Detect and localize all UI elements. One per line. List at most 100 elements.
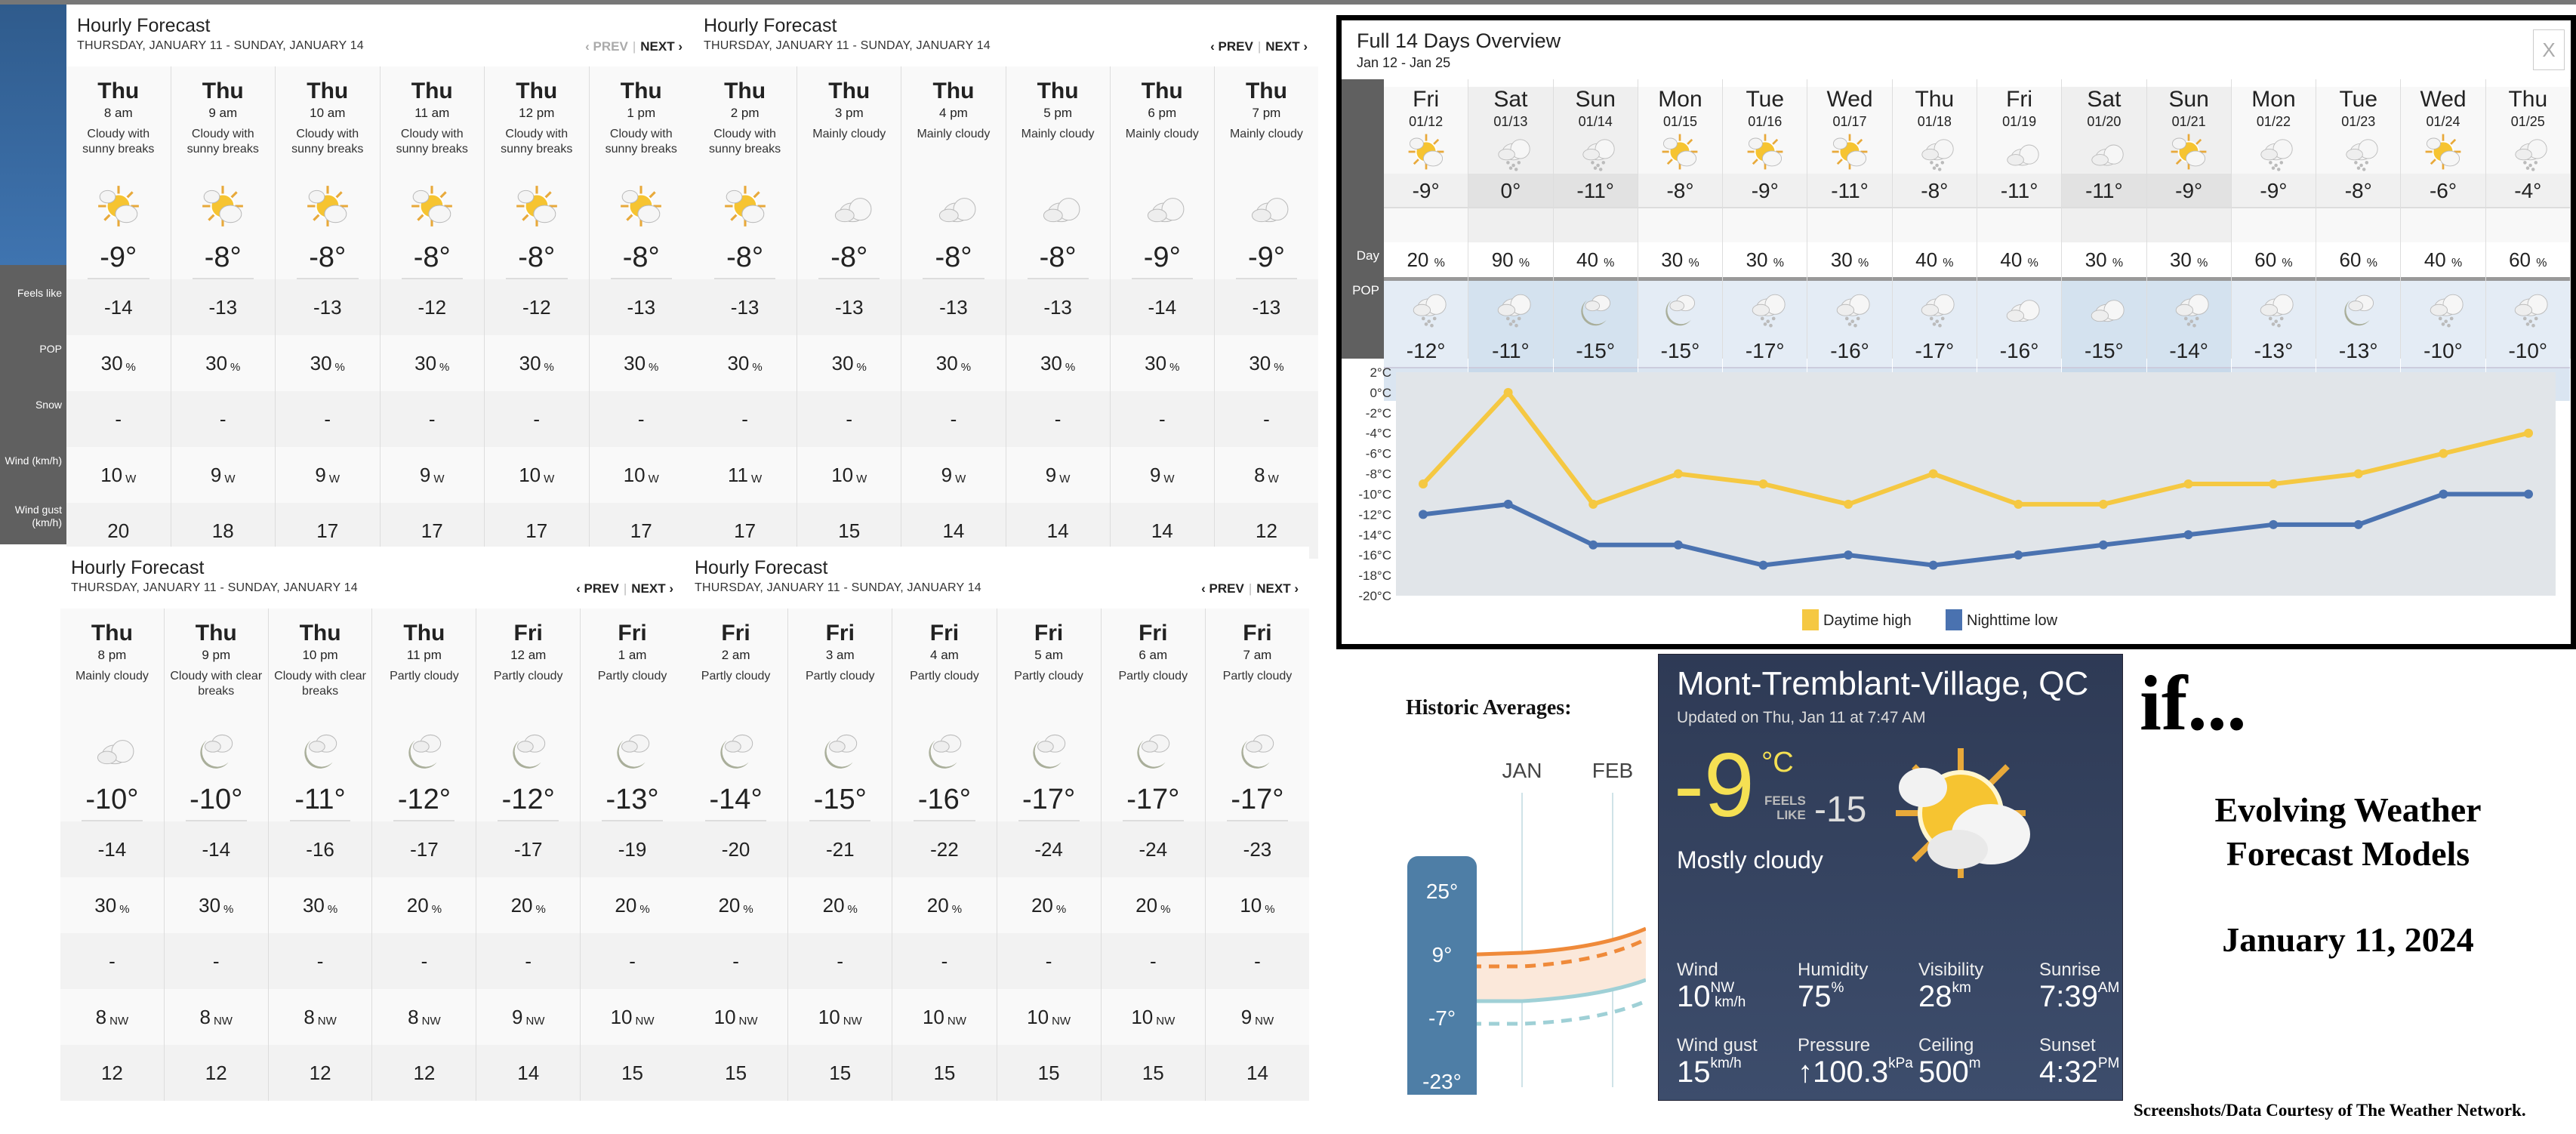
hour-snow: - — [485, 391, 589, 447]
moon-cloud-icon — [892, 719, 996, 778]
wind-speed: 10 — [623, 463, 646, 486]
day-pop: 30 % — [1638, 242, 1722, 277]
feels-like-value: -14 — [1148, 295, 1177, 319]
snow-value: - — [109, 949, 116, 972]
hour-wind: 9 NW — [476, 989, 580, 1045]
hour-column: Fri 2 am Partly cloudy -14° -20 20% - 10… — [684, 609, 789, 1101]
hour-day: Thu — [202, 79, 244, 103]
day-temperature: -8° — [1638, 174, 1723, 208]
sun-cloud-icon — [1807, 130, 1891, 174]
next-button[interactable]: NEXT › — [1256, 581, 1299, 596]
row-label-gust: Wind gust (km/h) — [14, 504, 62, 528]
hour-day: Thu — [411, 79, 453, 103]
hour-feels-like: -19 — [581, 821, 684, 877]
close-button[interactable]: X — [2533, 29, 2565, 70]
day-section: Sun 01/21 -9° — [2146, 87, 2231, 242]
overview-grid: Day POP Night POP Fri 01/12 -9° 20 % -12… — [1342, 79, 2571, 418]
snow-value: - — [732, 949, 739, 972]
current-conditions-card: Mont-Tremblant-Village, QC Updated on Th… — [1658, 654, 2123, 1101]
pop-value: 20 — [822, 893, 845, 917]
hour-wind: 9W — [1006, 447, 1110, 503]
daytime-high-point — [1673, 469, 1683, 479]
hour-wind: 10 NW — [1102, 989, 1205, 1045]
day-pop: 60 % — [2232, 242, 2316, 277]
nighttime-low-point — [1844, 550, 1853, 560]
hour-day: Fri — [1139, 621, 1168, 646]
hour-time: 1 pm — [627, 106, 656, 120]
nighttime-low-point — [2183, 530, 2193, 540]
hour-time: 4 am — [930, 648, 959, 662]
hour-column: Fri 4 am Partly cloudy -16° -22 20% - 10… — [892, 609, 997, 1101]
percent-unit: % — [544, 360, 554, 374]
next-button[interactable]: NEXT › — [1265, 39, 1308, 54]
day-temperature: -11° — [2062, 174, 2146, 208]
moon-cloud-icon — [1206, 719, 1309, 778]
wind-direction: W — [224, 472, 236, 485]
hour-wind: 9W — [276, 447, 380, 503]
snow-cloud-icon — [2316, 130, 2400, 174]
hour-column: Thu 11 am Cloudy with sunny breaks -8° -… — [380, 66, 485, 559]
hour-pop: 10% — [1206, 877, 1309, 933]
wind-direction: NW — [1052, 1014, 1071, 1028]
prev-button[interactable]: ‹ PREV — [576, 581, 619, 596]
stat-unit: NW — [1710, 980, 1735, 996]
percent-unit: % — [2536, 257, 2547, 270]
hour-wind: 9W — [171, 447, 276, 503]
snow-cloud-icon — [1893, 281, 1977, 334]
stat-label: Sunrise — [2039, 960, 2101, 980]
moon-cloud-icon — [1638, 281, 1722, 334]
day-pop-value: 40 — [1915, 248, 1938, 271]
day-pop: 40 % — [1893, 242, 1977, 277]
wind-speed: 10 — [519, 463, 541, 486]
wind-speed: 10 — [713, 1005, 736, 1028]
gust-value: 15 — [829, 1061, 852, 1084]
cloud-icon — [1215, 177, 1318, 236]
feels-like-value: -14 — [97, 837, 127, 861]
hour-column: Thu 8 pm Mainly cloudy -10° -14 30% - 8N… — [60, 609, 165, 1101]
day-pop-value: 90 — [1491, 248, 1514, 271]
panel-date-range: THURSDAY, JANUARY 11 - SUNDAY, JANUARY 1… — [695, 581, 981, 594]
legend-label: Daytime high — [1823, 612, 1912, 629]
hour-column: Fri 12 am Partly cloudy -12° -17 20% - 9… — [476, 609, 581, 1101]
hour-pop: 30% — [381, 335, 485, 391]
wind-direction: NW — [421, 1014, 441, 1028]
snow-cloud-icon — [1468, 130, 1552, 174]
hour-feels-like: -14 — [60, 821, 164, 877]
day-pop: 40 % — [1554, 242, 1638, 277]
feels-like-value: -15 — [1814, 790, 1867, 830]
hour-column: Thu 12 pm Cloudy with sunny breaks -8° -… — [485, 66, 590, 559]
prev-button[interactable]: ‹ PREV — [1201, 581, 1244, 596]
hour-time: 2 am — [721, 648, 750, 662]
pop-value: 20 — [718, 893, 741, 917]
day-temperature: -4° — [2485, 174, 2570, 208]
day-pop-value: 20 — [1407, 248, 1429, 271]
like-label: LIKE — [1776, 808, 1806, 822]
next-button[interactable]: NEXT › — [631, 581, 673, 596]
percent-unit: % — [649, 360, 659, 374]
snow-value: - — [1054, 407, 1062, 430]
percent-unit: % — [960, 360, 972, 374]
stat-wind-gust: Wind gust 15km/h — [1677, 1035, 1790, 1088]
prev-button[interactable]: ‹ PREV — [585, 39, 628, 54]
hour-snow: - — [892, 933, 997, 989]
stat-pressure: Pressure ↑100.3kPa — [1798, 1035, 1913, 1088]
hour-feels-like: -24 — [1101, 821, 1205, 877]
stat-value: 10NWkm/h — [1677, 981, 1790, 1018]
hour-feels-like: -13 — [1006, 279, 1110, 335]
gust-value: 15 — [1142, 1061, 1164, 1084]
pop-value: 30 — [302, 893, 325, 917]
next-button[interactable]: NEXT › — [640, 39, 683, 54]
sun-cloud-icon — [2147, 130, 2231, 174]
feels-label: FEELS — [1764, 793, 1806, 808]
date: 01/16 — [1748, 114, 1783, 129]
daytime-high-point — [1758, 479, 1768, 488]
overview-title: Full 14 Days Overview — [1357, 29, 1561, 52]
hour-temperature: -9° — [88, 236, 149, 279]
snow-cloud-icon — [1554, 130, 1638, 174]
hour-pop: 30% — [1006, 335, 1110, 391]
scale-label: -7° — [1428, 1006, 1456, 1030]
hour-column: Fri 5 am Partly cloudy -17° -24 20% - 10… — [997, 609, 1102, 1101]
percent-unit: % — [2366, 257, 2377, 270]
day-pop-value: 40 — [2423, 248, 2446, 271]
prev-button[interactable]: ‹ PREV — [1210, 39, 1253, 54]
